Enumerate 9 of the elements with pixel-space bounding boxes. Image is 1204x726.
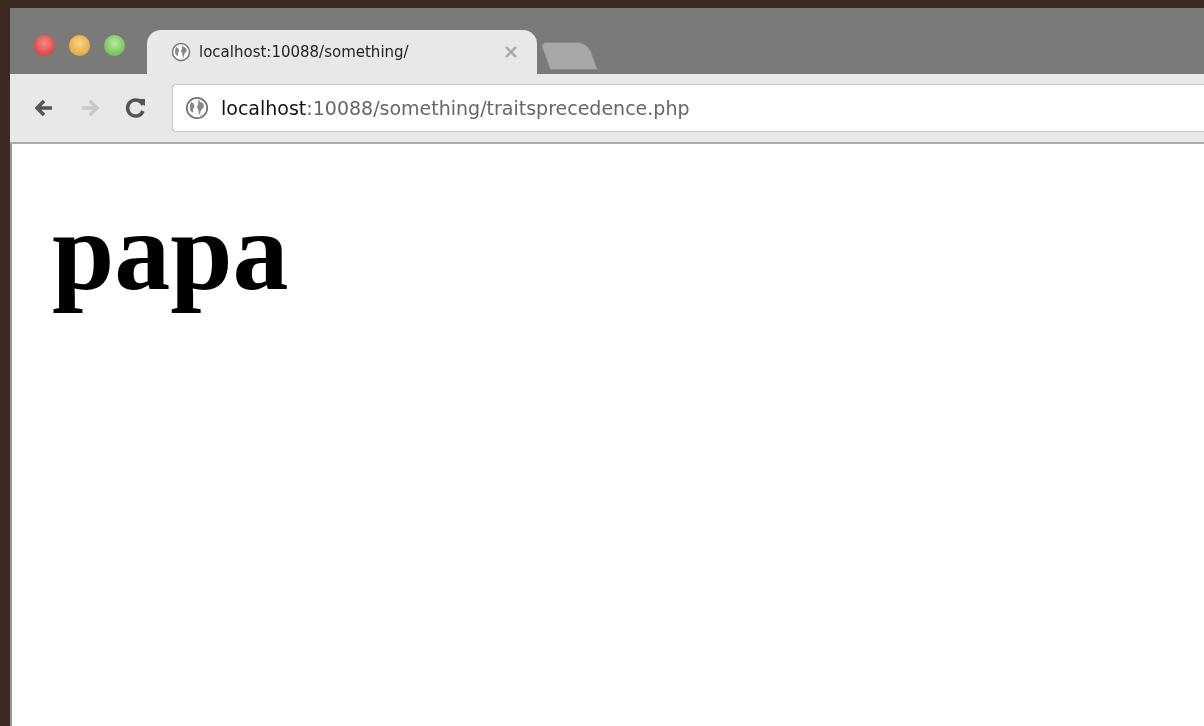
close-window-button[interactable] [34, 35, 55, 56]
globe-icon [185, 96, 209, 120]
page-heading: papa [52, 188, 289, 315]
reload-icon[interactable] [124, 96, 148, 120]
browser-tab[interactable]: localhost:10088/something/ [147, 30, 537, 74]
minimize-window-button[interactable] [69, 35, 90, 56]
globe-icon [171, 42, 191, 62]
close-icon[interactable] [505, 46, 517, 58]
zoom-window-button[interactable] [104, 35, 125, 56]
